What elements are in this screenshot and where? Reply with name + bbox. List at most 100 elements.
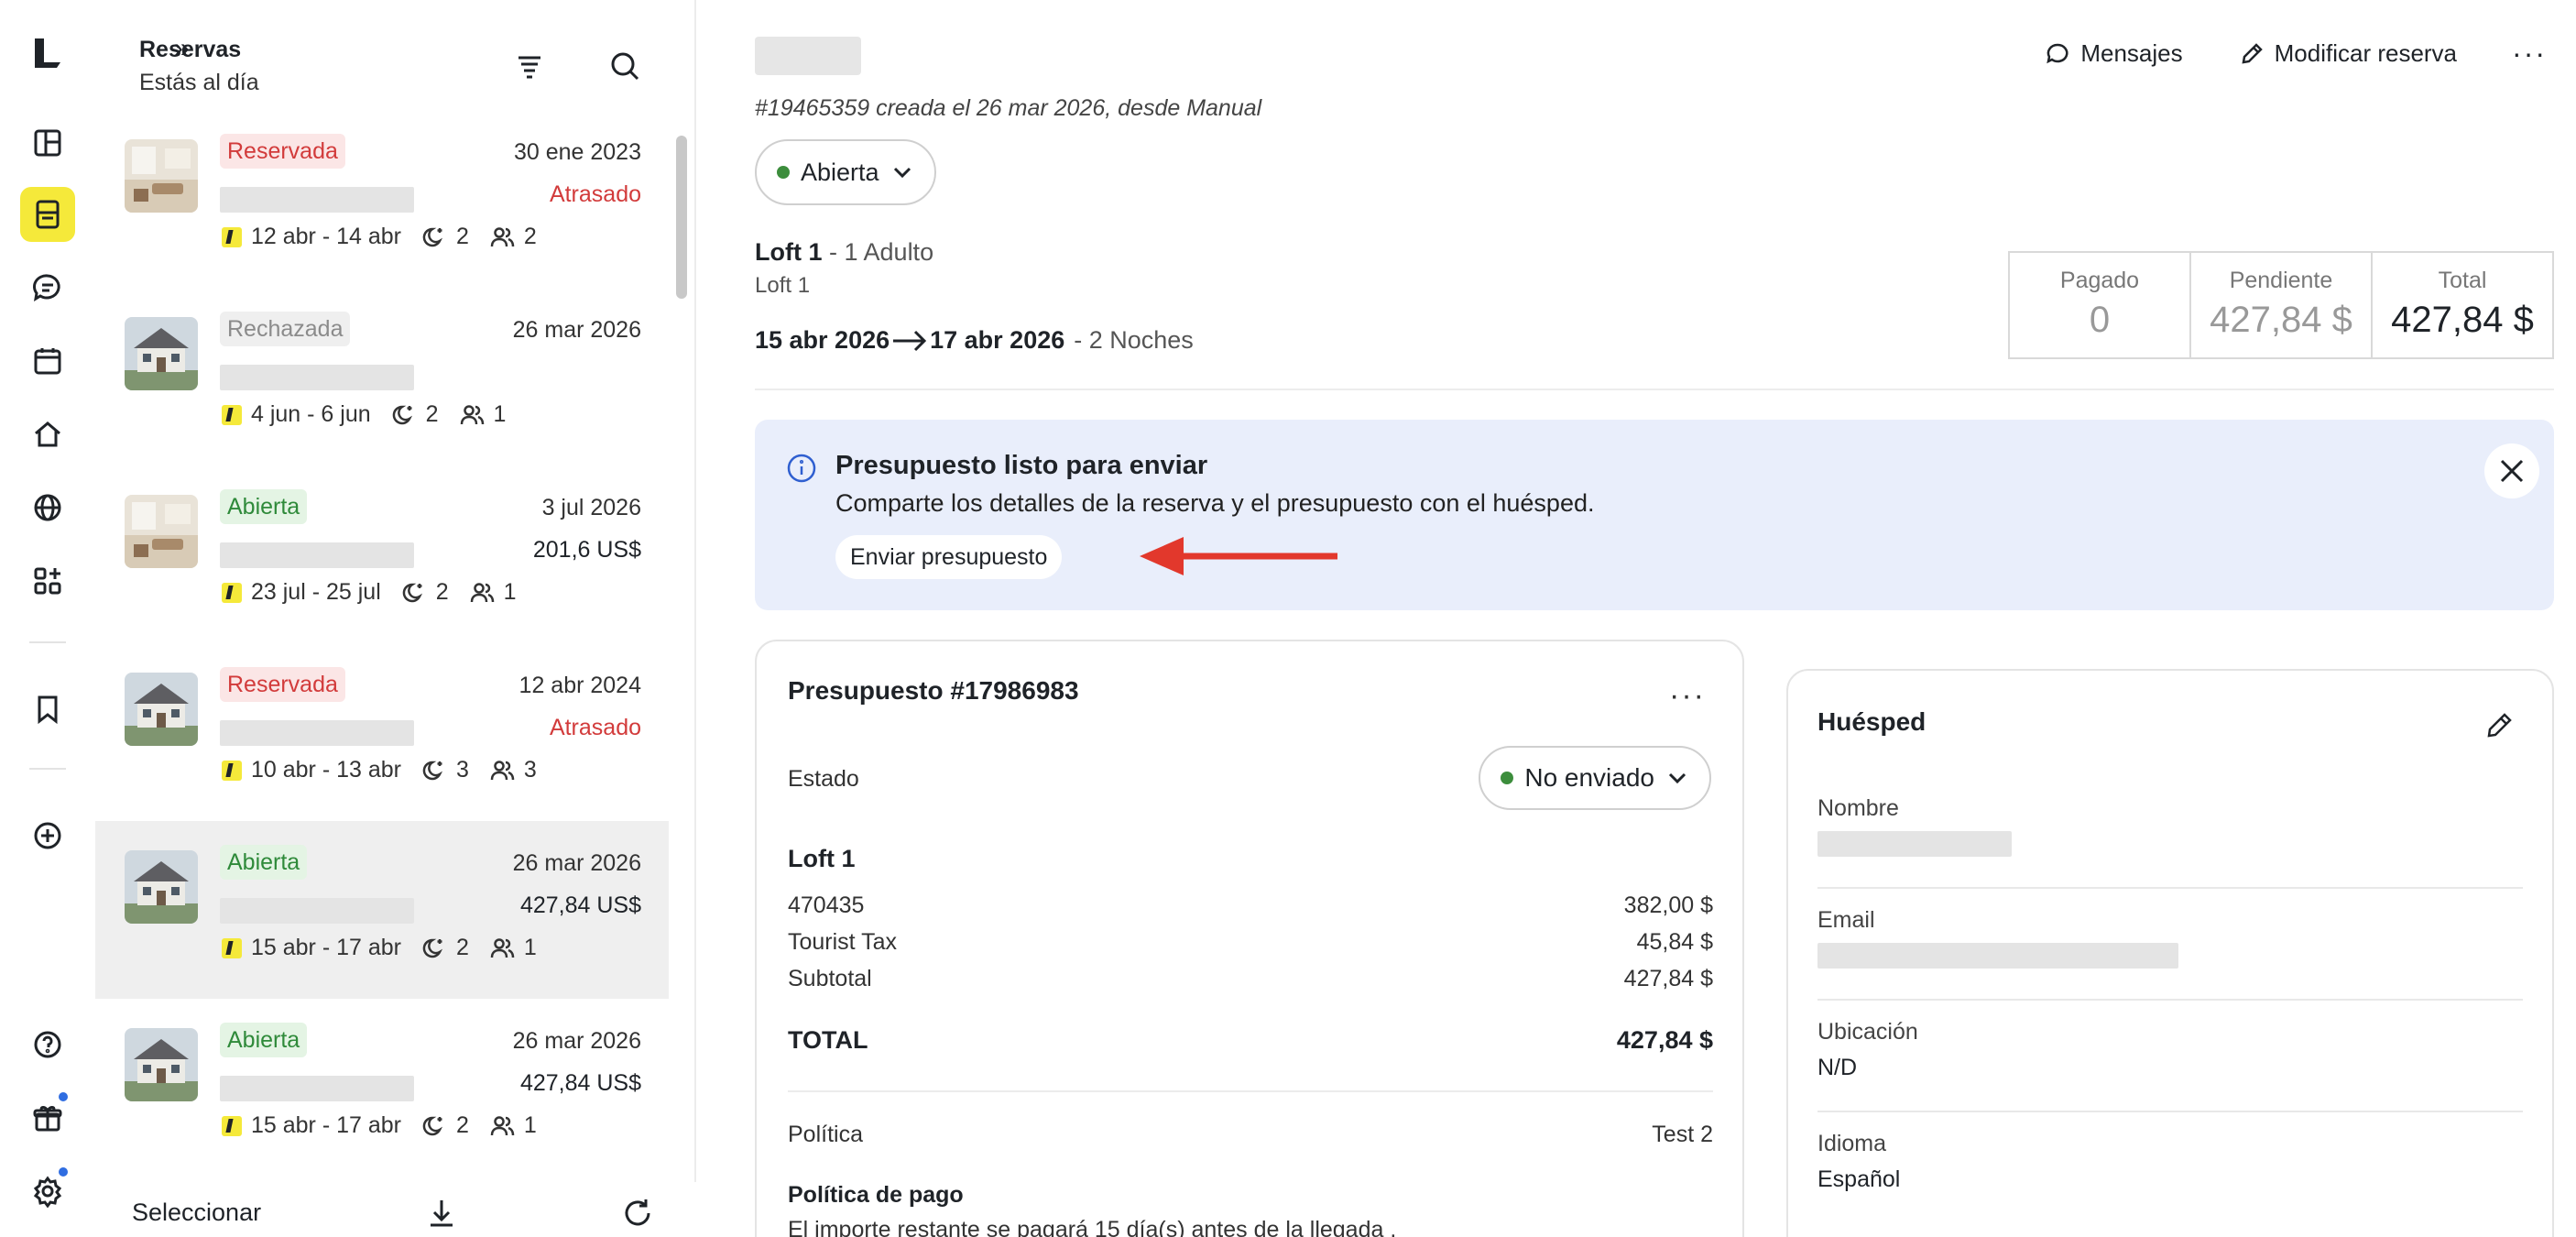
nights-meta: 2 xyxy=(421,1112,469,1139)
quote-card: Presupuesto #17986983 ··· Estado No envi… xyxy=(755,640,1744,1237)
guests-count: 3 xyxy=(523,757,537,783)
more-icon: ··· xyxy=(2512,37,2547,70)
nights-icon xyxy=(422,227,443,246)
chevron-down-icon xyxy=(1668,772,1686,784)
messages-icon[interactable] xyxy=(20,260,75,315)
nights-icon xyxy=(392,405,412,424)
rail-divider xyxy=(29,768,66,770)
apps-icon[interactable] xyxy=(20,553,75,608)
close-banner-button[interactable] xyxy=(2484,443,2539,498)
reservation-extra: 427,84 US$ xyxy=(519,892,641,918)
guests-meta: 1 xyxy=(489,935,537,961)
nights-count: 2 xyxy=(456,935,469,960)
reservation-meta: 10 abr - 13 abr 3 3 xyxy=(222,757,537,783)
pending-value: 427,84 $ xyxy=(2210,300,2352,340)
channel-logo-icon xyxy=(222,1115,242,1136)
stay-range: 15 abr - 17 abr xyxy=(251,935,401,960)
guest-language-label: Idioma xyxy=(1817,1131,1887,1156)
unit-line: Loft 1 - 1 Adulto xyxy=(755,238,933,267)
guests-count: 1 xyxy=(523,935,537,960)
app-logo[interactable] xyxy=(20,26,75,81)
info-icon xyxy=(786,453,817,484)
stay-range: 23 jul - 25 jul xyxy=(251,579,381,605)
quote-state-value: No enviado xyxy=(1524,763,1654,792)
nights-meta: 2 xyxy=(421,224,469,250)
reservation-list-item[interactable]: Abierta 26 mar 2026 427,84 US$ 15 abr - 17 … xyxy=(95,999,669,1177)
reservation-list-item[interactable]: Abierta 3 jul 2026 201,6 US$ 23 jul - 25 ju… xyxy=(95,465,669,643)
nights-meta: 2 xyxy=(391,401,439,428)
guests-meta: 2 xyxy=(489,224,537,250)
nights-count: 2 xyxy=(425,401,439,427)
reservation-state-dropdown[interactable]: Abierta xyxy=(755,139,936,205)
quote-more-button[interactable]: ··· xyxy=(1669,678,1706,714)
filter-icon[interactable] xyxy=(511,48,548,84)
guests-meta: 1 xyxy=(469,579,517,606)
guests-icon xyxy=(490,937,515,958)
edit-reservation-button[interactable]: Modificar reserva xyxy=(2238,39,2457,68)
quote-title: Presupuesto #17986983 xyxy=(788,676,1079,705)
globe-icon[interactable] xyxy=(20,480,75,535)
guest-language-field: Idioma Español xyxy=(1817,1131,2523,1193)
paid-cell: Pagado 0 xyxy=(2010,253,2191,357)
nights-meta: 3 xyxy=(421,757,469,783)
reservation-date: 26 mar 2026 xyxy=(512,850,641,876)
pending-cell: Pendiente 427,84 $ xyxy=(2191,253,2373,357)
reservation-list-item[interactable]: Reservada 30 ene 2023 Atrasado 12 abr - 14 … xyxy=(95,110,669,288)
stay-range: 15 abr - 17 abr xyxy=(251,1112,401,1138)
download-icon[interactable] xyxy=(423,1195,460,1232)
reservation-list-item[interactable]: Abierta 26 mar 2026 427,84 US$ 15 abr - 17 … xyxy=(95,821,669,999)
reservation-extra: Atrasado xyxy=(549,181,641,207)
dashboard-icon[interactable] xyxy=(20,115,75,170)
pending-label: Pendiente xyxy=(2229,268,2333,293)
quote-ready-banner: Presupuesto listo para enviar Comparte l… xyxy=(755,420,2554,610)
guest-name-redacted xyxy=(220,1076,414,1101)
policy-value: Test 2 xyxy=(1652,1122,1713,1147)
guest-name-redacted xyxy=(220,898,414,924)
channel-logo-icon xyxy=(222,582,242,603)
channel-logo-icon xyxy=(222,937,242,958)
help-icon[interactable] xyxy=(20,1017,75,1072)
nights-icon xyxy=(422,1116,443,1135)
messages-label: Mensajes xyxy=(2080,39,2183,67)
guest-name-redacted xyxy=(755,37,861,75)
unit-subtitle: Loft 1 xyxy=(755,273,811,298)
reservation-meta: 15 abr - 17 abr 2 1 xyxy=(222,935,537,961)
status-badge: Reservada xyxy=(220,667,345,702)
icon-rail xyxy=(0,0,95,1237)
guest-name-redacted xyxy=(220,542,414,568)
home-icon[interactable] xyxy=(20,407,75,462)
bookmark-icon[interactable] xyxy=(20,682,75,737)
reservation-list-item[interactable]: Rechazada 26 mar 2026 4 jun - 6 jun 2 1 xyxy=(95,288,669,465)
stay-range: 4 jun - 6 jun xyxy=(251,401,371,427)
nights-count: - 2 Noches xyxy=(1074,326,1194,354)
guest-name-redacted xyxy=(220,365,414,390)
reservation-date: 3 jul 2026 xyxy=(541,495,641,520)
guest-divider xyxy=(1817,887,2523,889)
reservations-icon[interactable] xyxy=(20,187,75,242)
guest-location-label: Ubicación xyxy=(1817,1019,1918,1045)
arrow-right-icon xyxy=(893,330,927,351)
property-thumbnail xyxy=(125,317,198,390)
select-button[interactable]: Seleccionar xyxy=(132,1199,261,1227)
unit-name: Loft 1 xyxy=(755,238,823,266)
more-options-button[interactable]: ··· xyxy=(2512,37,2547,71)
guest-email-redacted xyxy=(1817,943,2178,969)
total-label: Total xyxy=(2438,268,2487,293)
messages-button[interactable]: Mensajes xyxy=(2044,39,2183,68)
reservation-list-item[interactable]: Reservada 12 abr 2024 Atrasado 10 abr - 13 … xyxy=(95,643,669,821)
edit-guest-button[interactable] xyxy=(2483,709,2516,742)
search-icon[interactable] xyxy=(606,48,643,84)
list-scrollbar-thumb[interactable] xyxy=(676,136,687,299)
checkout-date: 17 abr 2026 xyxy=(930,326,1065,354)
add-icon[interactable] xyxy=(20,808,75,863)
quote-total-value: 427,84 $ xyxy=(1616,1026,1713,1054)
quote-state-dropdown[interactable]: No enviado xyxy=(1479,746,1711,810)
calendar-icon[interactable] xyxy=(20,334,75,389)
channel-logo-icon xyxy=(222,404,242,425)
refresh-icon[interactable] xyxy=(619,1195,656,1232)
send-quote-button[interactable]: Enviar presupuesto xyxy=(835,535,1063,579)
guests-count: 1 xyxy=(503,579,517,605)
guests-meta: 1 xyxy=(489,1112,537,1139)
reservation-meta: 4 jun - 6 jun 2 1 xyxy=(222,401,506,428)
list-subtitle: Estás al día xyxy=(139,70,259,95)
